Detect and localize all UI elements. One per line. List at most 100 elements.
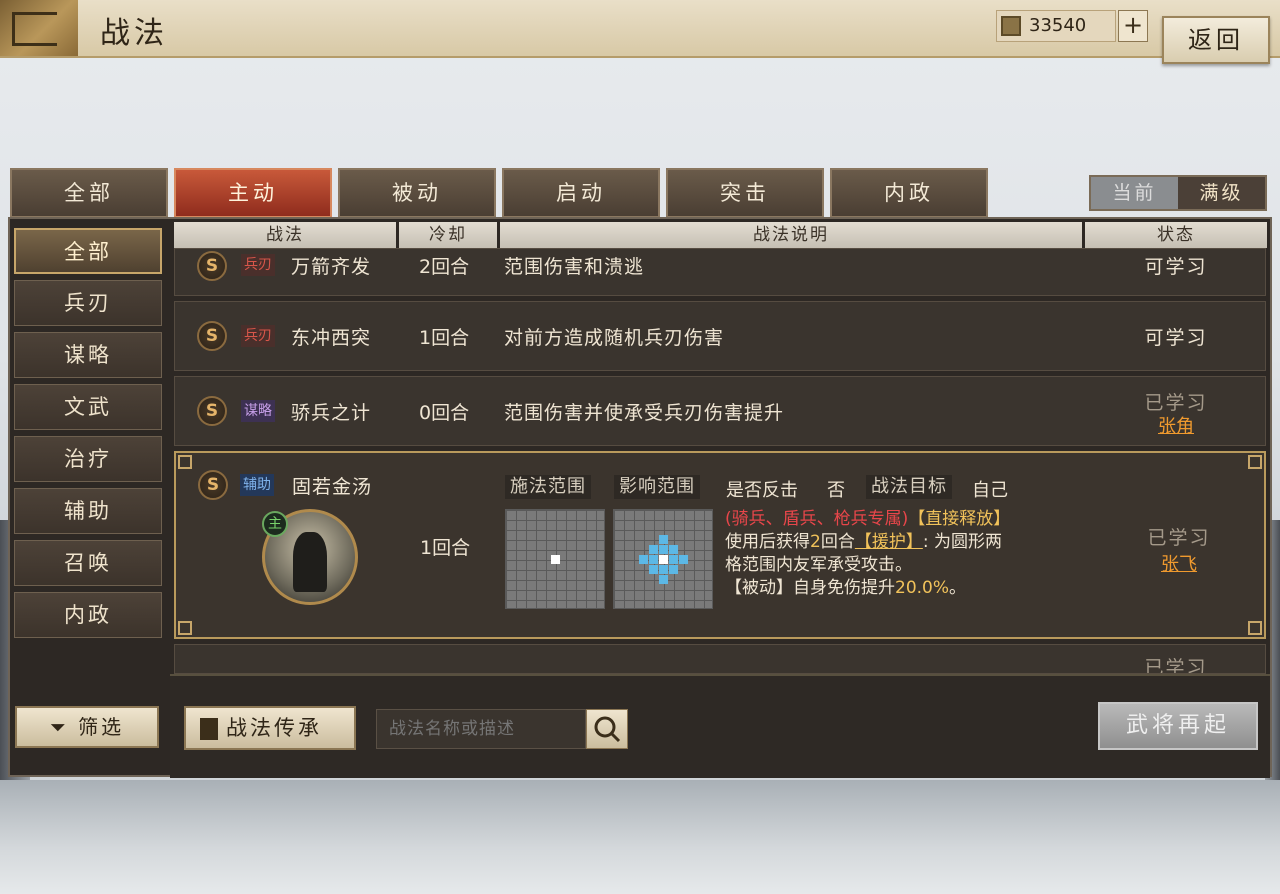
troop-restriction: (骑兵、盾兵、枪兵专属)	[725, 509, 909, 529]
sidebar-item-support[interactable]: 辅助	[14, 488, 162, 534]
back-button[interactable]: 返回	[1162, 16, 1270, 64]
sidebar-item-hybrid[interactable]: 文武	[14, 384, 162, 430]
general-silhouette-icon	[293, 532, 327, 592]
filter-label: 筛选	[78, 715, 125, 739]
table-row[interactable]: 已学习	[174, 644, 1266, 674]
table-row[interactable]: S 兵刃 万箭齐发 2回合 范围伤害和溃逃 可学习	[174, 248, 1266, 296]
search-input[interactable]	[376, 709, 586, 749]
range-center-cell	[659, 555, 668, 564]
cooldown: 1回合	[420, 537, 471, 559]
skill-detail-text: (骑兵、盾兵、枪兵专属)【直接释放】 使用后获得2回合【援护】: 为圆形两 格范…	[725, 508, 1085, 600]
effect-range-label: 影响范围	[614, 475, 700, 499]
status-text: 已学习	[1147, 527, 1211, 549]
cooldown: 2回合	[419, 256, 470, 278]
tab-passive[interactable]: 被动	[338, 168, 496, 218]
cast-range-label: 施法范围	[505, 475, 591, 499]
detail-text: 格范围内友军承受攻击。	[725, 555, 912, 575]
buff-link[interactable]: 【援护】	[855, 532, 923, 552]
skill-description: 对前方造成随机兵刃伤害	[504, 327, 725, 349]
target-label: 战法目标	[866, 475, 952, 499]
sidebar-item-blade[interactable]: 兵刃	[14, 280, 162, 326]
skill-name: 固若金汤	[292, 476, 373, 498]
currency-value: 33540	[1029, 15, 1087, 36]
tab-all[interactable]: 全部	[10, 168, 168, 218]
column-header-skill[interactable]: 战法	[174, 222, 396, 248]
gold-ingot-icon	[1001, 16, 1021, 36]
skill-name: 东冲西突	[291, 327, 372, 349]
release-type: 【直接释放】	[908, 509, 1011, 529]
add-currency-button[interactable]: +	[1118, 10, 1148, 42]
currency-display: 33540	[996, 10, 1116, 42]
frame-corner-icon	[178, 621, 192, 635]
sidebar-item-internal[interactable]: 内政	[14, 592, 162, 638]
skill-description: 范围伤害和溃逃	[504, 256, 645, 278]
column-header-status[interactable]: 状态	[1085, 222, 1267, 248]
corner-ornament-icon	[0, 0, 78, 56]
search-icon	[594, 716, 621, 743]
book-icon	[200, 718, 218, 740]
type-tag: 兵刃	[241, 325, 275, 347]
top-bar: 战法 33540 +	[0, 0, 1280, 58]
table-row[interactable]: S 兵刃 东冲西突 1回合 对前方造成随机兵刃伤害 可学习	[174, 301, 1266, 371]
range-cell	[669, 555, 678, 564]
range-cell	[679, 555, 688, 564]
page-title: 战法	[100, 16, 168, 51]
tab-assault[interactable]: 突击	[666, 168, 824, 218]
learner-general-link[interactable]: 张角	[1116, 412, 1236, 438]
cooldown: 1回合	[419, 327, 470, 349]
type-tag: 谋略	[241, 400, 275, 422]
status-text: 可学习	[1144, 327, 1208, 349]
frame-corner-icon	[1248, 621, 1262, 635]
grade-badge: S	[197, 396, 227, 426]
general-rebirth-button[interactable]: 武将再起	[1098, 702, 1258, 750]
table-row[interactable]: S 谋略 骄兵之计 0回合 范围伤害并使承受兵刃伤害提升 已学习 张角	[174, 376, 1266, 446]
status-text: 可学习	[1144, 256, 1208, 278]
range-cell	[649, 555, 658, 564]
toggle-current[interactable]: 当前	[1091, 177, 1178, 209]
detail-number: 2	[810, 532, 821, 552]
type-tag: 辅助	[240, 474, 274, 496]
sidebar-item-heal[interactable]: 治疗	[14, 436, 162, 482]
status-text: 已学习	[1144, 392, 1208, 414]
detail-text: : 为圆形两	[922, 532, 1002, 552]
search-button[interactable]	[586, 709, 628, 749]
sidebar-item-summon[interactable]: 召唤	[14, 540, 162, 586]
range-cell	[659, 535, 668, 544]
tab-active[interactable]: 主动	[174, 168, 332, 218]
range-cell	[659, 545, 668, 554]
filter-button[interactable]: ⏷ 筛选	[15, 706, 159, 748]
skill-description: 范围伤害并使承受兵刃伤害提升	[504, 402, 785, 424]
skill-name: 万箭齐发	[291, 256, 372, 278]
counter-label: 是否反击	[726, 480, 798, 501]
detail-text: 。	[949, 578, 967, 598]
range-cell	[659, 565, 668, 574]
toggle-max-level[interactable]: 满级	[1178, 177, 1265, 209]
frame-corner-icon	[178, 455, 192, 469]
sidebar-item-all[interactable]: 全部	[14, 228, 162, 274]
detail-text: 回合	[820, 532, 855, 552]
inherit-label: 战法传承	[226, 716, 322, 740]
skill-inherit-button[interactable]: 战法传承	[184, 706, 356, 750]
type-tag: 兵刃	[241, 254, 275, 276]
effect-range-grid	[613, 509, 713, 609]
selected-skill-row[interactable]: S 辅助 固若金汤 主 1回合 施法范围 影响范围 是否反击 否 战法目标 自己…	[174, 451, 1266, 639]
range-cell	[659, 575, 668, 584]
range-cell	[649, 545, 658, 554]
detail-text: 使用后获得	[725, 532, 810, 552]
cooldown: 0回合	[419, 402, 470, 424]
column-header-description[interactable]: 战法说明	[500, 222, 1082, 248]
tab-trigger[interactable]: 启动	[502, 168, 660, 218]
range-cell	[669, 545, 678, 554]
main-general-badge: 主	[262, 511, 288, 537]
target-value: 自己	[972, 480, 1008, 501]
status-text: 已学习	[1144, 657, 1208, 674]
tab-internal[interactable]: 内政	[830, 168, 988, 218]
range-cell	[649, 565, 658, 574]
learner-general-link[interactable]: 张飞	[1119, 550, 1239, 576]
range-cell	[639, 555, 648, 564]
detail-text: 【被动】自身免伤提升	[725, 578, 895, 598]
sidebar-item-strategy[interactable]: 谋略	[14, 332, 162, 378]
grade-badge: S	[197, 251, 227, 281]
column-header-cooldown[interactable]: 冷却	[399, 222, 497, 248]
range-center-cell	[551, 555, 560, 564]
